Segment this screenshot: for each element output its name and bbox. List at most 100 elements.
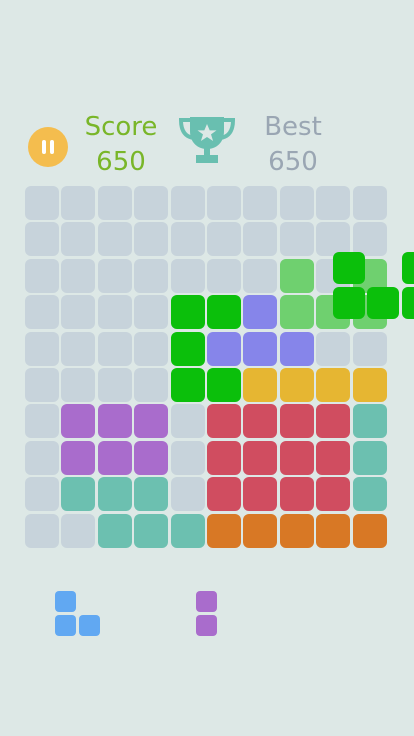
board-cell[interactable]	[207, 368, 241, 402]
board-cell[interactable]	[134, 477, 169, 512]
board-cell[interactable]	[207, 186, 241, 220]
board-cell[interactable]	[134, 222, 169, 257]
board-cell[interactable]	[316, 440, 351, 475]
board-cell[interactable]	[170, 404, 205, 439]
pause-button[interactable]	[28, 127, 68, 167]
board-cell[interactable]	[243, 404, 278, 439]
board-cell[interactable]	[279, 404, 314, 439]
board-cell[interactable]	[207, 404, 241, 439]
board-cell[interactable]	[243, 440, 278, 475]
board-cell[interactable]	[279, 477, 314, 512]
board-cell[interactable]	[97, 404, 132, 439]
board-cell[interactable]	[97, 295, 132, 330]
board-cell[interactable]	[170, 477, 205, 512]
board-cell[interactable]	[243, 295, 278, 330]
board-cell[interactable]	[352, 186, 387, 220]
board-cell[interactable]	[25, 186, 59, 220]
board-cell[interactable]	[61, 368, 96, 402]
tray-piece-l[interactable]	[55, 591, 100, 636]
board-cell[interactable]	[207, 295, 241, 330]
board-cell[interactable]	[316, 331, 351, 366]
game-board[interactable]	[25, 186, 414, 550]
board-cell[interactable]	[316, 368, 351, 402]
board-cell[interactable]	[207, 222, 241, 257]
board-cell[interactable]	[61, 513, 96, 548]
board-cell[interactable]	[170, 440, 205, 475]
board-cell[interactable]	[97, 222, 132, 257]
board-cell[interactable]	[243, 331, 278, 366]
board-cell[interactable]	[134, 404, 169, 439]
board-cell[interactable]	[61, 477, 96, 512]
board-cell[interactable]	[25, 295, 59, 330]
board-cell[interactable]	[25, 331, 59, 366]
board-cell[interactable]	[243, 513, 278, 548]
board-cell[interactable]	[134, 186, 169, 220]
board-cell[interactable]	[243, 258, 278, 293]
board-cell[interactable]	[61, 222, 96, 257]
board-cell[interactable]	[352, 477, 387, 512]
board-cell[interactable]	[243, 222, 278, 257]
board-cell[interactable]	[352, 404, 387, 439]
board-cell[interactable]	[134, 295, 169, 330]
board-cell[interactable]	[25, 404, 59, 439]
board-cell[interactable]	[316, 186, 351, 220]
board-cell[interactable]	[279, 331, 314, 366]
board-cell[interactable]	[97, 331, 132, 366]
board-cell[interactable]	[170, 295, 205, 330]
board-cell[interactable]	[134, 331, 169, 366]
board-cell[interactable]	[279, 222, 314, 257]
board-cell[interactable]	[279, 513, 314, 548]
board-cell[interactable]	[316, 404, 351, 439]
board-cell[interactable]	[97, 368, 132, 402]
board-cell[interactable]	[352, 368, 387, 402]
board-cell[interactable]	[207, 331, 241, 366]
board-cell[interactable]	[25, 258, 59, 293]
board-cell[interactable]	[25, 477, 59, 512]
board-cell[interactable]	[25, 222, 59, 257]
board-cell[interactable]	[25, 368, 59, 402]
board-cell[interactable]	[207, 513, 241, 548]
dragged-piece-cell[interactable]	[401, 286, 414, 319]
board-cell[interactable]	[170, 186, 205, 220]
board-cell[interactable]	[97, 440, 132, 475]
board-cell[interactable]	[97, 258, 132, 293]
dragged-piece-cell[interactable]	[367, 286, 399, 319]
board-cell[interactable]	[25, 513, 59, 548]
board-cell[interactable]	[97, 477, 132, 512]
board-cell[interactable]	[207, 258, 241, 293]
board-cell[interactable]	[61, 295, 96, 330]
board-cell[interactable]	[243, 186, 278, 220]
board-cell[interactable]	[134, 258, 169, 293]
board-cell[interactable]	[61, 331, 96, 366]
board-cell[interactable]	[170, 222, 205, 257]
board-cell[interactable]	[61, 186, 96, 220]
board-cell[interactable]	[61, 440, 96, 475]
board-cell[interactable]	[243, 477, 278, 512]
board-cell[interactable]	[207, 477, 241, 512]
board-cell[interactable]	[352, 331, 387, 366]
board-cell[interactable]	[279, 368, 314, 402]
board-cell[interactable]	[352, 513, 387, 548]
board-cell[interactable]	[61, 404, 96, 439]
board-cell[interactable]	[170, 368, 205, 402]
board-cell[interactable]	[316, 513, 351, 548]
board-cell[interactable]	[25, 440, 59, 475]
board-cell[interactable]	[279, 440, 314, 475]
board-cell[interactable]	[243, 368, 278, 402]
board-cell[interactable]	[170, 331, 205, 366]
board-cell[interactable]	[316, 477, 351, 512]
board-cell[interactable]	[61, 258, 96, 293]
board-cell[interactable]	[134, 440, 169, 475]
board-cell[interactable]	[134, 368, 169, 402]
dragged-piece-cell[interactable]	[401, 252, 414, 284]
board-cell[interactable]	[134, 513, 169, 548]
board-cell[interactable]	[207, 440, 241, 475]
board-cell[interactable]	[97, 186, 132, 220]
dragged-piece-cell[interactable]	[332, 286, 365, 319]
dragged-piece-cell[interactable]	[332, 252, 365, 284]
board-cell[interactable]	[170, 258, 205, 293]
board-cell[interactable]	[170, 513, 205, 548]
tray-piece-vertical[interactable]	[196, 591, 218, 636]
board-cell[interactable]	[97, 513, 132, 548]
board-cell[interactable]	[352, 440, 387, 475]
